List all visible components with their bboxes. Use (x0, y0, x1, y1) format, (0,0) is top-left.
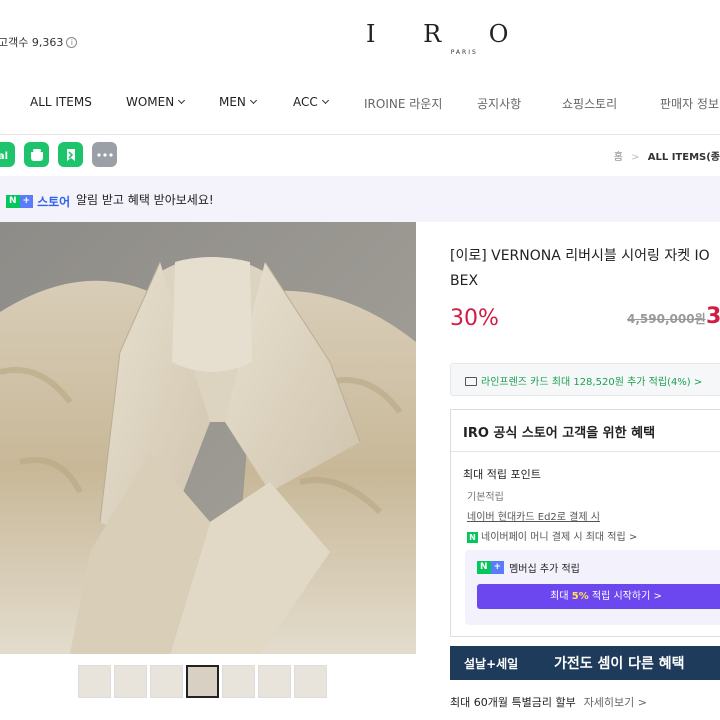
nav-label: 판매자 정보 (660, 97, 720, 111)
jacket-photo (0, 222, 416, 654)
logo-text: I R O (366, 20, 529, 48)
chat-icon[interactable] (24, 142, 49, 167)
thumbnail[interactable] (78, 665, 111, 698)
btn-suffix: 적립 시작하기 > (588, 591, 662, 602)
product-main-image[interactable] (0, 222, 416, 654)
store-benefits-box: IRO 공식 스토어 고객을 위한 혜택 최대 적립 포인트 기본적립 네이버 … (450, 409, 720, 637)
thumbnail-selected[interactable] (186, 665, 219, 698)
benefit-hyundai-card[interactable]: 네이버 현대카드 Ed2로 결제 시 (467, 508, 600, 523)
logo-subtext: PARIS (450, 49, 478, 56)
installment-detail-link[interactable]: 자세히보기 > (584, 696, 647, 709)
membership-box: N + 멤버십 추가 적립 최대 5% 적립 시작하기 > (465, 550, 720, 625)
nav-divider (0, 134, 720, 135)
breadcrumb: 홈 > ALL ITEMS(종 (614, 148, 720, 163)
main-nav: ALL ITEMS WOMEN MEN ACC IROINE 라운지 공지사항 … (0, 82, 720, 124)
store-alert-banner[interactable]: N + 스토어 알림 받고 혜택 받아보세요! (0, 176, 720, 222)
badge-plus: + (19, 195, 34, 208)
badge-plus: + (490, 561, 505, 574)
benefit-npay-text: 네이버페이 머니 결제 시 최대 적립 > (481, 532, 638, 543)
ad-left-text: 설날+세일 (464, 657, 519, 671)
thumbnail[interactable] (258, 665, 291, 698)
banner-store-label: 스토어 (37, 195, 71, 209)
btn-prefix: 최대 (550, 591, 572, 602)
nav-item-men[interactable]: MEN (219, 95, 257, 109)
thumbnail[interactable] (294, 665, 327, 698)
banner-message: 알림 받고 혜택 받아보세요! (76, 193, 214, 207)
benefit-npay-money[interactable]: N 네이버페이 머니 결제 시 최대 적립 > (467, 528, 637, 543)
installment-info: 최대 60개월 특별금리 할부 자세히보기 > (450, 694, 647, 710)
brand-logo[interactable]: I R O PARIS (360, 22, 528, 56)
svg-text:al: al (0, 151, 8, 161)
nav-item-acc[interactable]: ACC (293, 95, 329, 109)
thumbnail-strip (78, 665, 327, 701)
nav-item-notice[interactable]: 공지사항 (477, 95, 521, 112)
membership-title-text: 멤버십 추가 적립 (509, 564, 580, 575)
product-title: [이로] VERNONA 리버시블 시어링 자켓 IO (450, 248, 710, 264)
membership-title: N + 멤버십 추가 적립 (477, 560, 580, 575)
chevron-down-icon (321, 96, 329, 105)
sale-price: 3, (706, 304, 720, 329)
promo-ad-banner[interactable]: 설날+세일 가전도 셈이 다른 혜택 (450, 646, 720, 680)
thumbnail[interactable] (222, 665, 255, 698)
thumbnail[interactable] (114, 665, 147, 698)
more-icon[interactable] (92, 142, 117, 167)
subscriber-count: 고객수 9,363 i (0, 34, 78, 50)
share-row: al 홈 > ALL ITEMS(종 (0, 142, 720, 170)
nav-item-women[interactable]: WOMEN (126, 95, 186, 109)
breadcrumb-separator: > (631, 152, 640, 163)
nav-item-seller-info[interactable]: 판매자 정보 (660, 95, 719, 112)
discount-rate: 30% (450, 306, 499, 331)
subscriber-label: 고객수 9,363 (0, 36, 64, 49)
installment-text: 최대 60개월 특별금리 할부 (450, 696, 576, 709)
badge-n: N (477, 561, 491, 574)
breadcrumb-home[interactable]: 홈 (614, 152, 623, 163)
thumbnail[interactable] (150, 665, 183, 698)
talk-icon[interactable]: al (0, 142, 15, 167)
benefits-heading: IRO 공식 스토어 고객을 위한 혜택 (451, 410, 720, 452)
nav-label: IROINE 라운지 (364, 97, 443, 111)
badge-n: N (6, 195, 20, 208)
benefit-basic: 기본적립 (467, 492, 504, 503)
nav-label: ACC (293, 95, 318, 109)
credit-card-icon (465, 377, 477, 386)
chevron-down-icon (249, 96, 257, 105)
start-membership-button[interactable]: 최대 5% 적립 시작하기 > (477, 584, 720, 609)
breadcrumb-current[interactable]: ALL ITEMS(종 (648, 152, 720, 163)
npay-icon: N (467, 532, 478, 543)
top-header: 고객수 9,363 i I R O PARIS (0, 0, 720, 80)
nav-item-shopping-story[interactable]: 쇼핑스토리 (562, 95, 617, 112)
nav-label: WOMEN (126, 95, 175, 109)
product-title-cont: BEX (450, 273, 479, 289)
card-promo-text: 라인프렌즈 카드 최대 128,520원 추가 적립(4%) > (481, 377, 703, 388)
nav-label: 쇼핑스토리 (562, 97, 618, 111)
nav-label: MEN (219, 95, 246, 109)
nav-item-all-items[interactable]: ALL ITEMS (30, 95, 92, 109)
nav-label: 공지사항 (477, 97, 522, 111)
card-promo[interactable]: 라인프렌즈 카드 최대 128,520원 추가 적립(4%) > (450, 363, 720, 396)
ad-right-text: 가전도 셈이 다른 혜택 (554, 656, 685, 672)
btn-rate: 5% (571, 591, 589, 602)
bookmark-icon[interactable] (58, 142, 83, 167)
nav-label: ALL ITEMS (30, 95, 92, 109)
nav-item-iroine[interactable]: IROINE 라운지 (364, 95, 442, 112)
max-points-label: 최대 적립 포인트 (463, 468, 541, 481)
naver-plus-store-badge: N + 스토어 (6, 193, 70, 210)
info-icon[interactable]: i (66, 36, 78, 48)
chevron-down-icon (178, 96, 186, 105)
original-price: 4,590,000원 (627, 312, 706, 326)
product-info-panel: [이로] VERNONA 리버시블 시어링 자켓 IO BEX 30% 4,59… (448, 222, 720, 720)
